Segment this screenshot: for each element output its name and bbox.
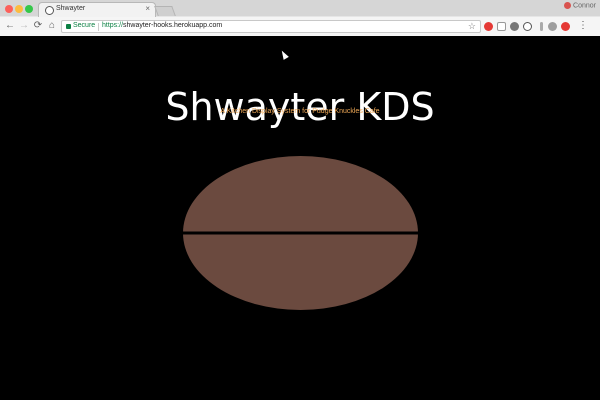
extension-icon[interactable] xyxy=(523,22,532,31)
browser-toolbar: ← → ⟳ ⌂ Secure https://shwayter-hooks.he… xyxy=(0,17,600,36)
maximize-window-icon[interactable] xyxy=(25,5,33,13)
address-divider xyxy=(98,23,99,31)
forward-icon[interactable]: → xyxy=(18,20,30,32)
url-text[interactable]: https://shwayter-hooks.herokuapp.com xyxy=(102,22,222,29)
browser-tab[interactable]: Shwayter × xyxy=(38,2,156,17)
page-subtitle: A Kitchen Display System for Pudge Knuck… xyxy=(220,108,380,115)
burger-icon[interactable] xyxy=(182,155,419,311)
pocket-extension-icon[interactable] xyxy=(510,22,519,31)
tab-strip: Shwayter × Connor xyxy=(0,0,600,17)
home-icon[interactable]: ⌂ xyxy=(46,20,58,32)
new-tab-button[interactable] xyxy=(154,6,176,16)
profile-name: Connor xyxy=(573,2,596,10)
secure-label: Secure xyxy=(73,22,96,29)
profile-icon xyxy=(564,2,572,9)
browser-chrome: Shwayter × Connor ← → ⟳ ⌂ Secure https:/… xyxy=(0,0,600,36)
bookmark-star-icon[interactable]: ☆ xyxy=(468,21,476,32)
favicon-icon xyxy=(45,6,54,15)
url-host: shwayter-hooks.herokuapp.com xyxy=(123,22,223,29)
extension-icon[interactable] xyxy=(548,22,557,31)
extension-icon[interactable] xyxy=(497,22,506,31)
minimize-window-icon[interactable] xyxy=(15,5,23,13)
opera-extension-icon[interactable] xyxy=(484,22,493,31)
extension-icon[interactable] xyxy=(540,22,543,31)
profile-button[interactable]: Connor xyxy=(564,2,596,9)
close-window-icon[interactable] xyxy=(5,5,13,13)
url-scheme: https:// xyxy=(102,22,124,29)
browser-menu-icon[interactable]: ⋮ xyxy=(578,20,588,31)
tab-title: Shwayter xyxy=(56,5,86,12)
lock-icon[interactable] xyxy=(66,24,71,29)
tab-close-icon[interactable]: × xyxy=(145,4,150,13)
back-icon[interactable]: ← xyxy=(4,20,16,32)
reload-icon[interactable]: ⟳ xyxy=(32,20,44,32)
address-bar[interactable]: Secure https://shwayter-hooks.herokuapp.… xyxy=(61,20,481,33)
extension-icon[interactable] xyxy=(561,22,570,31)
page-content: Shwayter KDS A Kitchen Display System fo… xyxy=(0,36,600,400)
